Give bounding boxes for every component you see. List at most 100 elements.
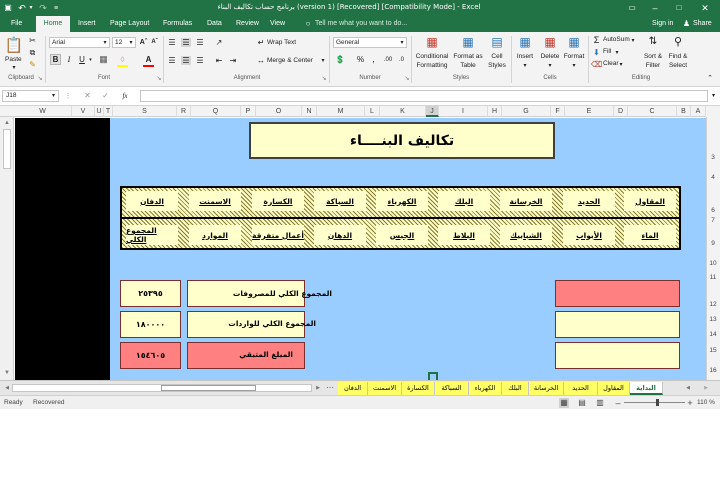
find-select-button[interactable]: ⚲ Find & Select <box>666 34 690 74</box>
close-icon[interactable]: ✕ <box>700 3 710 13</box>
sheet-tab[interactable]: الحديد <box>564 382 598 395</box>
number-launcher-icon[interactable]: ↘ <box>404 75 410 82</box>
tab-data[interactable]: Data <box>207 20 222 27</box>
horizontal-scroll-thumb[interactable] <box>161 385 256 391</box>
sheet-tab[interactable]: المقاول <box>598 382 630 395</box>
sheet-tab[interactable]: الدفان <box>338 382 368 395</box>
align-top-icon[interactable]: ☰ <box>167 38 177 47</box>
tab-page-layout[interactable]: Page Layout <box>110 20 149 27</box>
fill-color-icon[interactable]: ◊ <box>117 54 128 65</box>
clear-button[interactable]: Clear <box>603 60 619 67</box>
cancel-entry-icon[interactable]: ✕ <box>83 91 92 101</box>
sheet-tab[interactable]: الخرسانة <box>529 382 564 395</box>
column-header[interactable]: F <box>551 106 565 117</box>
font-color-icon[interactable]: A <box>143 54 154 65</box>
insert-cells-button[interactable]: ▦ Insert ▾ <box>514 34 536 74</box>
remaining-amount-value[interactable]: ١٥٤٦٠٥ <box>120 342 181 369</box>
row-header[interactable]: 12 <box>706 301 720 308</box>
sheet-tab[interactable]: الاسمنت <box>368 382 402 395</box>
scroll-up-icon[interactable]: ▲ <box>2 119 12 127</box>
column-header[interactable]: J <box>426 106 439 117</box>
column-header[interactable]: I <box>439 106 488 117</box>
tab-formulas[interactable]: Formulas <box>163 20 192 27</box>
font-launcher-icon[interactable]: ↘ <box>156 75 162 82</box>
header-item-plumbing[interactable]: السباكة <box>314 191 366 211</box>
header-item-water[interactable]: الماء <box>624 225 676 245</box>
right-box-yellow[interactable] <box>555 342 680 369</box>
sheet-tab-active[interactable]: البداية <box>630 382 663 395</box>
column-header[interactable]: O <box>256 106 302 117</box>
sheet-tab[interactable]: السباكة <box>435 382 469 395</box>
sign-in-link[interactable]: Sign in <box>652 20 673 27</box>
redo-icon[interactable]: ↷ <box>38 3 48 13</box>
comma-button[interactable]: , <box>369 54 378 65</box>
column-header[interactable]: B <box>677 106 691 117</box>
header-item-doors[interactable]: الأبواب <box>563 225 615 245</box>
hscroll-left-icon[interactable]: ◀ <box>3 384 11 392</box>
vertical-scroll-thumb[interactable] <box>3 129 11 169</box>
fill-down-icon[interactable]: ⬇ <box>592 48 601 57</box>
header-item-paint[interactable]: الدهان <box>314 225 366 245</box>
zoom-slider[interactable] <box>624 399 685 406</box>
header-item-blocks[interactable]: البلك <box>438 191 490 211</box>
zoom-in-icon[interactable]: + <box>686 398 694 408</box>
more-sheets-left-icon[interactable]: ⋯ <box>326 383 334 393</box>
share-button[interactable]: Share <box>693 20 712 27</box>
align-center-icon[interactable]: ☰ <box>181 56 191 65</box>
header-item-grand-total[interactable]: المجموع الكلي <box>126 225 178 245</box>
align-middle-icon[interactable]: ☰ <box>181 38 191 47</box>
row-header[interactable]: 9 <box>706 240 720 247</box>
fill-button[interactable]: Fill <box>603 48 611 55</box>
eraser-icon[interactable]: ⌫ <box>591 60 602 69</box>
zoom-out-icon[interactable]: – <box>614 398 622 408</box>
paste-button[interactable]: 📋 Paste ▾ <box>3 35 25 75</box>
sort-filter-button[interactable]: ⇅ Sort & Filter <box>641 34 665 74</box>
expand-formula-bar-icon[interactable]: ▾ <box>710 92 717 100</box>
hscroll-right-icon[interactable]: ▶ <box>314 384 322 392</box>
orientation-icon[interactable]: ↗ <box>214 38 224 47</box>
ribbon-display-options-icon[interactable]: ▭ <box>627 3 637 13</box>
summary-label-cell[interactable]: المجموع الكلي للواردات <box>187 311 316 338</box>
merge-dropdown-icon[interactable]: ▾ <box>320 57 326 64</box>
increase-decimal-button[interactable]: .00 <box>382 54 394 65</box>
row-header[interactable]: 3 <box>706 154 720 161</box>
column-header[interactable]: L <box>365 106 380 117</box>
column-header[interactable]: A <box>691 106 706 117</box>
header-item-gypsum[interactable]: الجبس <box>376 225 428 245</box>
decrease-font-icon[interactable]: Aˇ <box>150 37 159 47</box>
wrap-text-button[interactable]: Wrap Text <box>267 39 296 46</box>
header-item-backfill[interactable]: الدفان <box>126 191 178 211</box>
delete-cells-button[interactable]: ▦ Delete ▾ <box>538 34 562 74</box>
fill-dropdown-icon[interactable]: ▾ <box>614 49 620 56</box>
copy-icon[interactable]: ⧉ <box>28 48 37 57</box>
font-name-dropdown[interactable]: Arial ▾ <box>49 37 110 48</box>
total-expenses-value[interactable]: ٢٥٣٩٥ <box>120 280 181 307</box>
font-size-dropdown[interactable]: 12 ▾ <box>112 37 136 48</box>
tab-review[interactable]: Review <box>236 20 259 27</box>
header-item-tiles[interactable]: البلاط <box>438 225 490 245</box>
italic-button[interactable]: I <box>64 54 74 65</box>
header-item-cement[interactable]: الاسمنت <box>189 191 241 211</box>
decrease-decimal-button[interactable]: .0 <box>396 54 407 65</box>
confirm-entry-icon[interactable]: ✓ <box>101 91 110 101</box>
align-left-icon[interactable]: ☰ <box>167 56 177 65</box>
header-item-gravel[interactable]: الكسارة <box>252 191 304 211</box>
merge-center-icon[interactable]: ↔ <box>256 56 266 65</box>
column-header[interactable]: U <box>95 106 104 117</box>
number-format-dropdown[interactable]: General ▾ <box>333 37 407 48</box>
save-icon[interactable]: ▣ <box>3 3 13 13</box>
column-header[interactable]: R <box>177 106 191 117</box>
customize-toolbar-icon[interactable]: ≡ <box>52 3 60 13</box>
formula-input[interactable] <box>140 90 708 102</box>
row-header[interactable]: 11 <box>706 274 720 281</box>
row-header[interactable]: 14 <box>706 331 720 338</box>
clear-dropdown-icon[interactable]: ▾ <box>618 61 624 68</box>
header-item-contractor[interactable]: المقاول <box>624 191 676 211</box>
sheet-nav-right-icon[interactable]: ▶ <box>702 384 710 392</box>
cut-icon[interactable]: ✂ <box>28 36 37 45</box>
undo-icon[interactable]: ↶ <box>17 3 27 13</box>
clipboard-launcher-icon[interactable]: ↘ <box>37 75 43 82</box>
tab-file[interactable]: File <box>11 20 22 27</box>
tell-me-box[interactable]: Tell me what you want to do... <box>315 20 407 27</box>
row-header[interactable]: 7 <box>706 217 720 224</box>
